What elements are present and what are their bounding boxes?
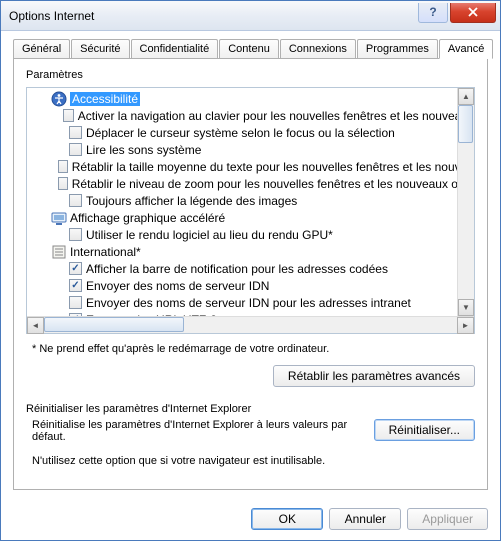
checkbox-label: Envoyer des noms de serveur IDN pour les…	[86, 296, 411, 310]
scroll-up-arrow[interactable]: ▲	[458, 88, 474, 105]
title-bar: Options Internet ?	[1, 1, 500, 31]
hscroll-track[interactable]	[44, 317, 457, 334]
tab-privacy[interactable]: Confidentialité	[131, 39, 219, 58]
checkbox[interactable]	[63, 109, 74, 122]
checkbox-label: Déplacer le curseur système selon le foc…	[86, 126, 395, 140]
cancel-button[interactable]: Annuler	[329, 508, 401, 530]
client-area: Général Sécurité Confidentialité Contenu…	[1, 31, 500, 500]
checkbox[interactable]	[69, 296, 82, 309]
reset-warning: N'utilisez cette option que si votre nav…	[32, 455, 475, 467]
category-label: Affichage graphique accéléré	[70, 211, 225, 225]
tab-programs[interactable]: Programmes	[357, 39, 438, 58]
scroll-right-arrow[interactable]: ►	[457, 317, 474, 334]
checkbox-label: Lire les sons système	[86, 143, 201, 157]
checkbox-label: Activer la navigation au clavier pour le…	[78, 109, 474, 123]
tree-category[interactable]: Accessibilité	[27, 90, 474, 107]
settings-tree[interactable]: Accessibilité Activer la navigation au cl…	[26, 87, 475, 334]
graphics-icon	[51, 210, 67, 226]
tree-checkbox-item[interactable]: Utiliser le rendu logiciel au lieu du re…	[27, 226, 474, 243]
tree-checkbox-item[interactable]: Rétablir le niveau de zoom pour les nouv…	[27, 175, 474, 192]
tree-category[interactable]: International*	[27, 243, 474, 260]
window-title: Options Internet	[9, 9, 418, 23]
close-button[interactable]	[450, 3, 496, 23]
checkbox[interactable]	[69, 194, 82, 207]
settings-label: Paramètres	[26, 69, 475, 81]
checkbox-label: Envoyer des noms de serveur IDN	[86, 279, 269, 293]
checkbox-label: Rétablir la taille moyenne du texte pour…	[72, 160, 474, 174]
tree-checkbox-item[interactable]: Activer la navigation au clavier pour le…	[27, 107, 474, 124]
advanced-pane: Paramètres Accessibilité Activer la navig…	[13, 58, 488, 490]
vscroll-track[interactable]	[458, 105, 474, 299]
checkbox-label: Toujours afficher la légende des images	[86, 194, 297, 208]
checkbox-label: Rétablir le niveau de zoom pour les nouv…	[72, 177, 474, 191]
scroll-left-arrow[interactable]: ◄	[27, 317, 44, 334]
checkbox[interactable]: ✓	[69, 262, 82, 275]
checkbox-label: Utiliser le rendu logiciel au lieu du re…	[86, 228, 333, 242]
reset-button[interactable]: Réinitialiser...	[374, 419, 475, 441]
tab-content[interactable]: Contenu	[219, 39, 279, 58]
checkbox-label: Afficher la barre de notification pour l…	[86, 262, 388, 276]
checkbox[interactable]	[69, 228, 82, 241]
category-label: International*	[70, 245, 141, 259]
tab-general[interactable]: Général	[13, 39, 70, 58]
reset-section: Réinitialiser les paramètres d'Internet …	[26, 403, 475, 467]
tree-category[interactable]: Affichage graphique accéléré	[27, 209, 474, 226]
ok-button[interactable]: OK	[251, 508, 323, 530]
accessibility-icon	[51, 91, 67, 107]
checkbox[interactable]	[58, 160, 68, 173]
reset-description: Réinitialise les paramètres d'Internet E…	[32, 419, 364, 443]
tree-checkbox-item[interactable]: Envoyer des noms de serveur IDN pour les…	[27, 294, 474, 311]
horizontal-scrollbar[interactable]: ◄ ►	[27, 316, 474, 333]
restore-advanced-button[interactable]: Rétablir les paramètres avancés	[273, 365, 475, 387]
vscroll-thumb[interactable]	[458, 105, 473, 143]
tree-checkbox-item[interactable]: Lire les sons système	[27, 141, 474, 158]
checkbox[interactable]	[69, 143, 82, 156]
checkbox[interactable]: ✓	[69, 279, 82, 292]
international-icon	[51, 244, 67, 260]
tree-checkbox-item[interactable]: ✓ Afficher la barre de notification pour …	[27, 260, 474, 277]
tab-strip: Général Sécurité Confidentialité Contenu…	[13, 39, 488, 58]
tab-connections[interactable]: Connexions	[280, 39, 356, 58]
checkbox[interactable]	[69, 126, 82, 139]
tree-checkbox-item[interactable]: Déplacer le curseur système selon le foc…	[27, 124, 474, 141]
reset-label: Réinitialiser les paramètres d'Internet …	[26, 403, 475, 415]
vertical-scrollbar[interactable]: ▲ ▼	[457, 88, 474, 316]
help-button[interactable]: ?	[418, 3, 448, 23]
tree-viewport: Accessibilité Activer la navigation au cl…	[27, 88, 474, 316]
dialog-footer: OK Annuler Appliquer	[1, 500, 500, 540]
tab-security[interactable]: Sécurité	[71, 39, 129, 58]
apply-button[interactable]: Appliquer	[407, 508, 488, 530]
tree-checkbox-item[interactable]: Rétablir la taille moyenne du texte pour…	[27, 158, 474, 175]
category-label: Accessibilité	[70, 92, 140, 106]
tree-checkbox-item[interactable]: Toujours afficher la légende des images	[27, 192, 474, 209]
tree-checkbox-item[interactable]: ✓ Envoyer des noms de serveur IDN	[27, 277, 474, 294]
checkbox[interactable]	[58, 177, 68, 190]
close-icon	[467, 7, 479, 17]
options-dialog: Options Internet ? Général Sécurité Conf…	[0, 0, 501, 541]
restart-note: * Ne prend effet qu'après le redémarrage…	[32, 343, 475, 355]
scroll-down-arrow[interactable]: ▼	[458, 299, 474, 316]
tab-advanced[interactable]: Avancé	[439, 39, 494, 59]
hscroll-thumb[interactable]	[44, 317, 184, 332]
